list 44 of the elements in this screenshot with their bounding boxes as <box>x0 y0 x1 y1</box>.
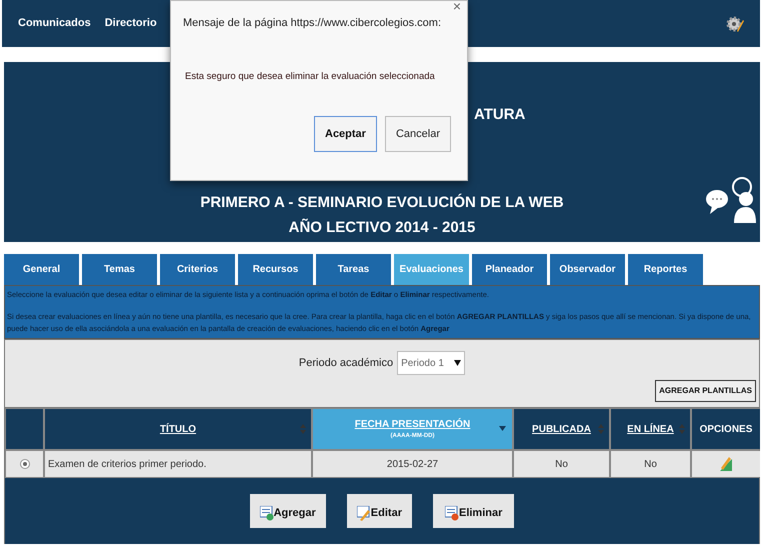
table-cell: No <box>611 451 690 477</box>
header-title: PRIMERO A - SEMINARIO EVOLUCIÓN DE LA WEB <box>199 192 565 213</box>
period-dropdown[interactable]: Periodo 1 <box>397 351 466 375</box>
table-cell: Examen de criterios primer periodo. <box>45 451 311 477</box>
dialog-title: Mensaje de la página https://www.cibercolegios.com: <box>183 16 442 31</box>
header-title: AÑO LECTIVO 2014 - 2015 <box>288 218 476 238</box>
tab[interactable]: General <box>4 254 79 285</box>
sort-icon <box>598 424 604 434</box>
radio-button[interactable] <box>20 459 30 469</box>
add-templates-button[interactable]: AGREGAR PLANTILLAS <box>655 380 756 402</box>
delete-button[interactable]: Eliminar <box>432 494 514 528</box>
edit-button[interactable]: Editar <box>346 494 412 528</box>
tab[interactable]: Tareas <box>316 254 391 285</box>
table-cell: 2015-02-27 <box>313 451 512 477</box>
nav-link[interactable]: Directorio <box>104 15 157 32</box>
pencil-ruler-icon[interactable] <box>719 456 733 472</box>
settings-icon[interactable] <box>726 14 744 34</box>
close-button[interactable]: × <box>452 0 461 13</box>
sort-icon <box>300 424 306 434</box>
header-title: ATURA <box>474 105 526 125</box>
tab[interactable]: Temas <box>82 254 157 285</box>
dialog-button[interactable]: Aceptar <box>314 116 377 152</box>
column-header: OPCIONES <box>692 409 760 449</box>
table-cell: No <box>514 451 609 477</box>
column-header[interactable]: TÍTULO <box>45 409 311 449</box>
sort-down-icon <box>499 426 506 431</box>
dialog-button[interactable]: Cancelar <box>384 116 451 152</box>
caret-icon <box>454 360 462 366</box>
tab[interactable]: Recursos <box>238 254 313 285</box>
dialog-message: Esta seguro que desea eliminar la evaluación seleccionada <box>185 70 435 84</box>
field-label: Periodo académico <box>298 356 394 371</box>
sort-icon <box>679 424 685 434</box>
form-delete-icon <box>444 506 459 521</box>
column-header[interactable]: PUBLICADA <box>514 409 609 449</box>
tab[interactable]: Planeador <box>472 254 547 285</box>
form-pencil-icon <box>356 506 371 521</box>
add-button[interactable]: Agregar <box>250 494 326 528</box>
nav-link[interactable]: Comunicados <box>18 15 91 32</box>
tab[interactable]: Observador <box>550 254 625 285</box>
chat-people-icon <box>704 177 756 223</box>
tab[interactable]: Reportes <box>628 254 703 285</box>
tab[interactable]: Criterios <box>160 254 235 285</box>
column-header[interactable]: EN LÍNEA <box>611 409 690 449</box>
form-add-icon <box>260 506 274 521</box>
